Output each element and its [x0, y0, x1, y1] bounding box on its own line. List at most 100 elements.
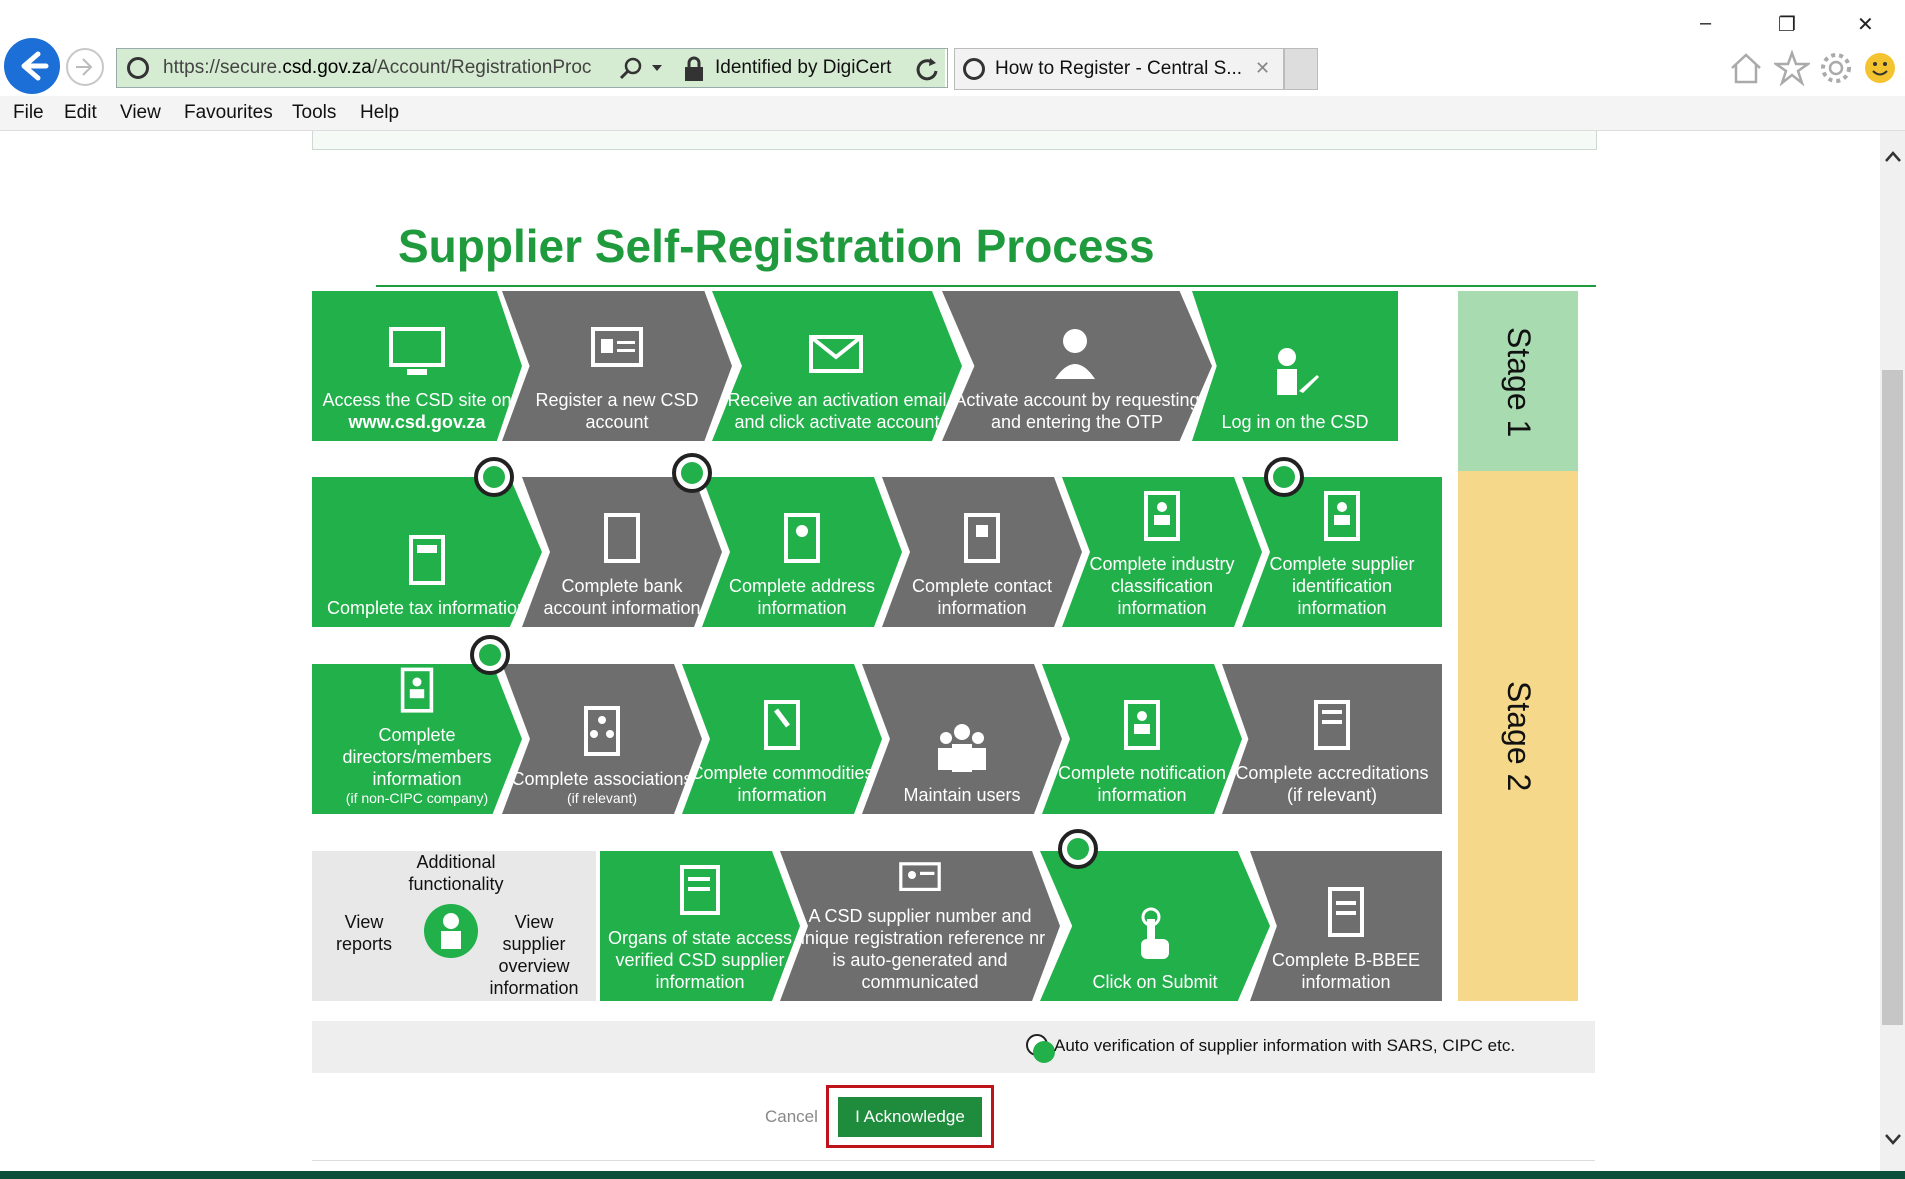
step-tax-info: Complete tax information — [312, 477, 542, 627]
close-window-button[interactable]: ✕ — [1857, 12, 1874, 37]
lock-icon[interactable] — [683, 55, 705, 83]
auto-verify-icon — [672, 453, 712, 493]
menu-view[interactable]: View — [120, 102, 161, 124]
address-document-icon — [784, 513, 820, 563]
step-notification-info: Complete notification information — [1042, 664, 1242, 814]
bank-document-icon — [604, 513, 640, 563]
step-bank-info: Complete bank account information — [522, 477, 722, 627]
settings-gear-icon[interactable] — [1818, 50, 1854, 86]
user-icon — [424, 904, 478, 958]
auto-verify-icon — [470, 635, 510, 675]
address-bar[interactable]: https://secure.csd.gov.za/Account/Regist… — [116, 48, 948, 88]
id-card-icon — [899, 862, 941, 891]
bbbee-document-icon — [1328, 887, 1364, 937]
refresh-icon[interactable] — [913, 55, 941, 83]
view-reports-link[interactable]: View reports — [330, 911, 398, 955]
registration-process-diagram: Access the CSD site on www.csd.gov.za Re… — [312, 291, 1578, 1001]
step-address-info: Complete address information — [702, 477, 902, 627]
security-label[interactable]: Identified by DigiCert — [715, 57, 891, 79]
verified-document-icon — [680, 865, 720, 915]
monitor-icon — [389, 327, 445, 375]
tab-how-to-register[interactable]: How to Register - Central S... ✕ — [954, 48, 1284, 90]
view-supplier-overview-link[interactable]: View supplier overview information — [484, 911, 584, 999]
tab-close-icon[interactable]: ✕ — [1255, 58, 1270, 79]
menu-edit[interactable]: Edit — [64, 102, 97, 124]
additional-functionality-label: Additional functionality — [408, 852, 504, 894]
url-path: /Account/RegistrationProc — [371, 57, 592, 78]
search-icon[interactable] — [617, 55, 645, 83]
registration-screen-icon — [591, 327, 643, 367]
step-maintain-users: Maintain users — [862, 664, 1062, 814]
user-laptop-icon — [1277, 348, 1319, 395]
directors-document-icon — [400, 667, 434, 713]
browser-toolbar: – ❐ ✕ https://secure.csd.gov.za/Account/… — [0, 0, 1905, 95]
step-access-csd: Access the CSD site on www.csd.gov.za — [312, 291, 522, 441]
url-prefix: https://secure. — [163, 57, 283, 78]
acknowledge-button[interactable]: I Acknowledge — [838, 1097, 982, 1137]
step-register-account: Register a new CSD account — [502, 291, 732, 441]
stage-2-band: Stage 2 — [1458, 471, 1578, 1001]
additional-functionality-panel: Additional functionality View reports Vi… — [312, 851, 596, 1001]
step-activation-email: Receive an activation email and click ac… — [712, 291, 962, 441]
step-login: Log in on the CSD — [1192, 291, 1398, 441]
step-csd-number-generated: A CSD supplier number and unique registr… — [780, 851, 1060, 1001]
site-icon — [963, 58, 985, 80]
hand-pointer-icon — [1141, 907, 1169, 959]
step-directors-info: Complete directors/members information (… — [312, 664, 522, 814]
scroll-down-icon[interactable] — [1884, 1133, 1902, 1147]
chevron-down-icon[interactable] — [651, 63, 663, 73]
step-commodities-info: Complete commodities information — [682, 664, 882, 814]
favorites-star-icon[interactable] — [1774, 50, 1810, 86]
stage-1-band: Stage 1 — [1458, 291, 1578, 471]
menu-bar: File Edit View Favourites Tools Help — [0, 96, 1905, 131]
tax-document-icon — [409, 535, 445, 585]
tab-title: How to Register - Central S... — [995, 58, 1243, 79]
url-domain: csd.gov.za — [282, 57, 372, 78]
commodities-document-icon — [764, 700, 800, 750]
industry-document-icon — [1144, 491, 1180, 541]
menu-tools[interactable]: Tools — [292, 102, 336, 124]
notification-document-icon — [1124, 700, 1160, 750]
menu-help[interactable]: Help — [360, 102, 399, 124]
new-tab-button[interactable] — [1284, 48, 1318, 90]
associations-document-icon — [584, 706, 620, 756]
scrollbar-thumb[interactable] — [1882, 370, 1903, 1025]
forward-arrow-icon — [76, 58, 93, 76]
step-contact-info: Complete contact information — [882, 477, 1082, 627]
stage-2-label: Stage 2 — [1501, 681, 1537, 792]
step-click-submit: Click on Submit — [1040, 851, 1270, 1001]
supplier-id-document-icon — [1324, 491, 1360, 541]
users-group-icon — [938, 724, 986, 772]
back-button[interactable] — [4, 38, 60, 94]
site-icon — [127, 57, 149, 79]
auto-verification-text: Auto verification of supplier informatio… — [1054, 1036, 1516, 1055]
auto-verify-icon — [1058, 829, 1098, 869]
accreditation-document-icon — [1314, 700, 1350, 750]
step-industry-info: Complete industry classification informa… — [1062, 477, 1262, 627]
step-organs-of-state: Organs of state access verified CSD supp… — [600, 851, 800, 1001]
step-accreditations: Complete accreditations (if relevant) — [1222, 664, 1442, 814]
minimize-button[interactable]: – — [1700, 12, 1711, 35]
forward-button[interactable] — [66, 48, 104, 86]
menu-file[interactable]: File — [13, 102, 44, 124]
contact-document-icon — [964, 513, 1000, 563]
restore-button[interactable]: ❐ — [1778, 12, 1796, 37]
auto-verify-icon — [1264, 457, 1304, 497]
email-icon — [809, 335, 863, 373]
back-arrow-icon — [21, 51, 49, 81]
step-supplier-id-info: Complete supplier identification informa… — [1242, 477, 1442, 627]
page-title: Supplier Self-Registration Process — [398, 220, 1155, 272]
user-check-icon — [1055, 329, 1095, 379]
auto-verify-icon — [1026, 1034, 1055, 1063]
scroll-up-icon[interactable] — [1884, 149, 1902, 163]
step-activate-otp: Activate account by requesting and enter… — [942, 291, 1212, 441]
cancel-link[interactable]: Cancel — [765, 1107, 818, 1127]
step-associations: Complete associations (if relevant) — [502, 664, 702, 814]
step-bbbee-info: Complete B-BBEE information — [1250, 851, 1442, 1001]
previous-content-box — [312, 131, 1597, 150]
home-icon[interactable] — [1728, 50, 1764, 86]
feedback-smiley-icon[interactable] — [1862, 50, 1898, 86]
stage-1-label: Stage 1 — [1501, 327, 1537, 438]
auto-verify-icon — [474, 457, 514, 497]
menu-favourites[interactable]: Favourites — [184, 102, 273, 124]
